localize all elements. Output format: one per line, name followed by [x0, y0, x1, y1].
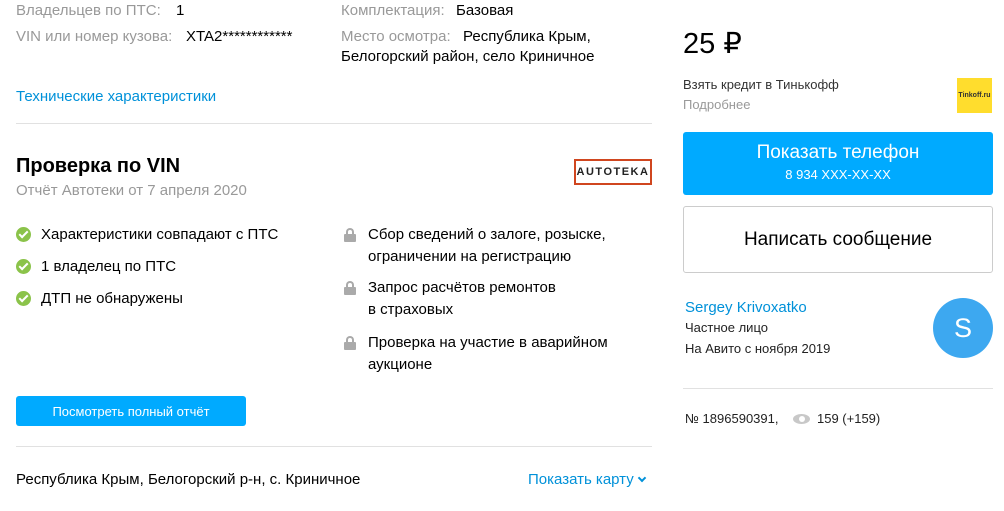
passed-check-item: ДТП не обнаружены — [16, 290, 183, 307]
owners-label: Владельцев по ПТС: — [16, 2, 161, 19]
divider — [16, 123, 652, 124]
divider — [683, 388, 993, 389]
tinkoff-logo[interactable]: Tinkoff.ru — [957, 78, 992, 113]
credit-more-link[interactable]: Подробнее — [683, 97, 750, 112]
seller-since: На Авито с ноября 2019 — [685, 341, 831, 356]
locked-check-line1: Сбор сведений о залоге, розыске, — [368, 226, 606, 243]
locked-check-line2: в страховых — [368, 301, 454, 318]
locked-check-item: Сбор сведений о залоге, розыске, огранич… — [344, 224, 606, 268]
passed-check-item: 1 владелец по ПТС — [16, 258, 176, 275]
write-message-button[interactable]: Написать сообщение — [683, 206, 993, 273]
credit-title[interactable]: Взять кредит в Тинькофф — [683, 77, 839, 92]
lock-icon — [344, 336, 356, 350]
inspection-label: Место осмотра: — [341, 28, 451, 45]
locked-check-line2: ограничении на регистрацию — [368, 248, 572, 265]
equipment-value: Базовая — [456, 2, 514, 19]
location-address: Республика Крым, Белогорский р-н, с. Кри… — [16, 471, 361, 488]
full-report-button[interactable]: Посмотреть полный отчёт — [16, 396, 246, 426]
ad-number: № 1896590391, — [685, 411, 779, 426]
lock-icon — [344, 281, 356, 295]
price: 25 ₽ — [683, 28, 742, 60]
chevron-down-icon — [637, 473, 646, 483]
locked-check-line1: Проверка на участие в аварийном — [368, 334, 608, 351]
seller-name-link[interactable]: Sergey Krivoxatko — [685, 299, 807, 316]
locked-check-item: Проверка на участие в аварийном аукционе — [344, 332, 608, 376]
show-map-label: Показать карту — [528, 471, 634, 488]
vin-check-title: Проверка по VIN — [16, 155, 181, 177]
avatar[interactable]: S — [933, 298, 993, 358]
vin-label: VIN или номер кузова: — [16, 28, 173, 45]
show-phone-button[interactable]: Показать телефон 8 934 XXX-XX-XX — [683, 132, 993, 195]
vin-check-subtitle: Отчёт Автотеки от 7 апреля 2020 — [16, 182, 247, 199]
passed-check-item: Характеристики совпадают с ПТС — [16, 226, 278, 243]
locked-check-line1: Запрос расчётов ремонтов — [368, 279, 556, 296]
tech-specs-link[interactable]: Технические характеристики — [16, 88, 216, 105]
eye-icon — [793, 414, 810, 424]
show-map-link[interactable]: Показать карту — [528, 471, 646, 488]
check-icon — [16, 291, 31, 306]
passed-check-label: ДТП не обнаружены — [41, 290, 183, 307]
phone-number: 8 934 XXX-XX-XX — [785, 167, 891, 182]
equipment-label: Комплектация: — [341, 2, 445, 19]
inspection-value-line1: Республика Крым, — [463, 28, 591, 45]
locked-check-item: Запрос расчётов ремонтов в страховых — [344, 277, 556, 321]
owners-value: 1 — [176, 2, 185, 19]
show-phone-label: Показать телефон — [756, 142, 920, 163]
passed-check-label: Характеристики совпадают с ПТС — [41, 226, 279, 243]
seller-type: Частное лицо — [685, 320, 768, 335]
passed-check-label: 1 владелец по ПТС — [41, 258, 177, 275]
inspection-value-line2: Белогорский район, село Криничное — [341, 48, 595, 65]
check-icon — [16, 259, 31, 274]
divider — [16, 446, 652, 447]
autoteka-logo: AUTOTEKA — [574, 159, 652, 185]
check-icon — [16, 227, 31, 242]
lock-icon — [344, 228, 356, 242]
locked-check-line2: аукционе — [368, 356, 433, 373]
views-count: 159 (+159) — [817, 411, 881, 426]
vin-value: XTA2************ — [186, 28, 293, 45]
